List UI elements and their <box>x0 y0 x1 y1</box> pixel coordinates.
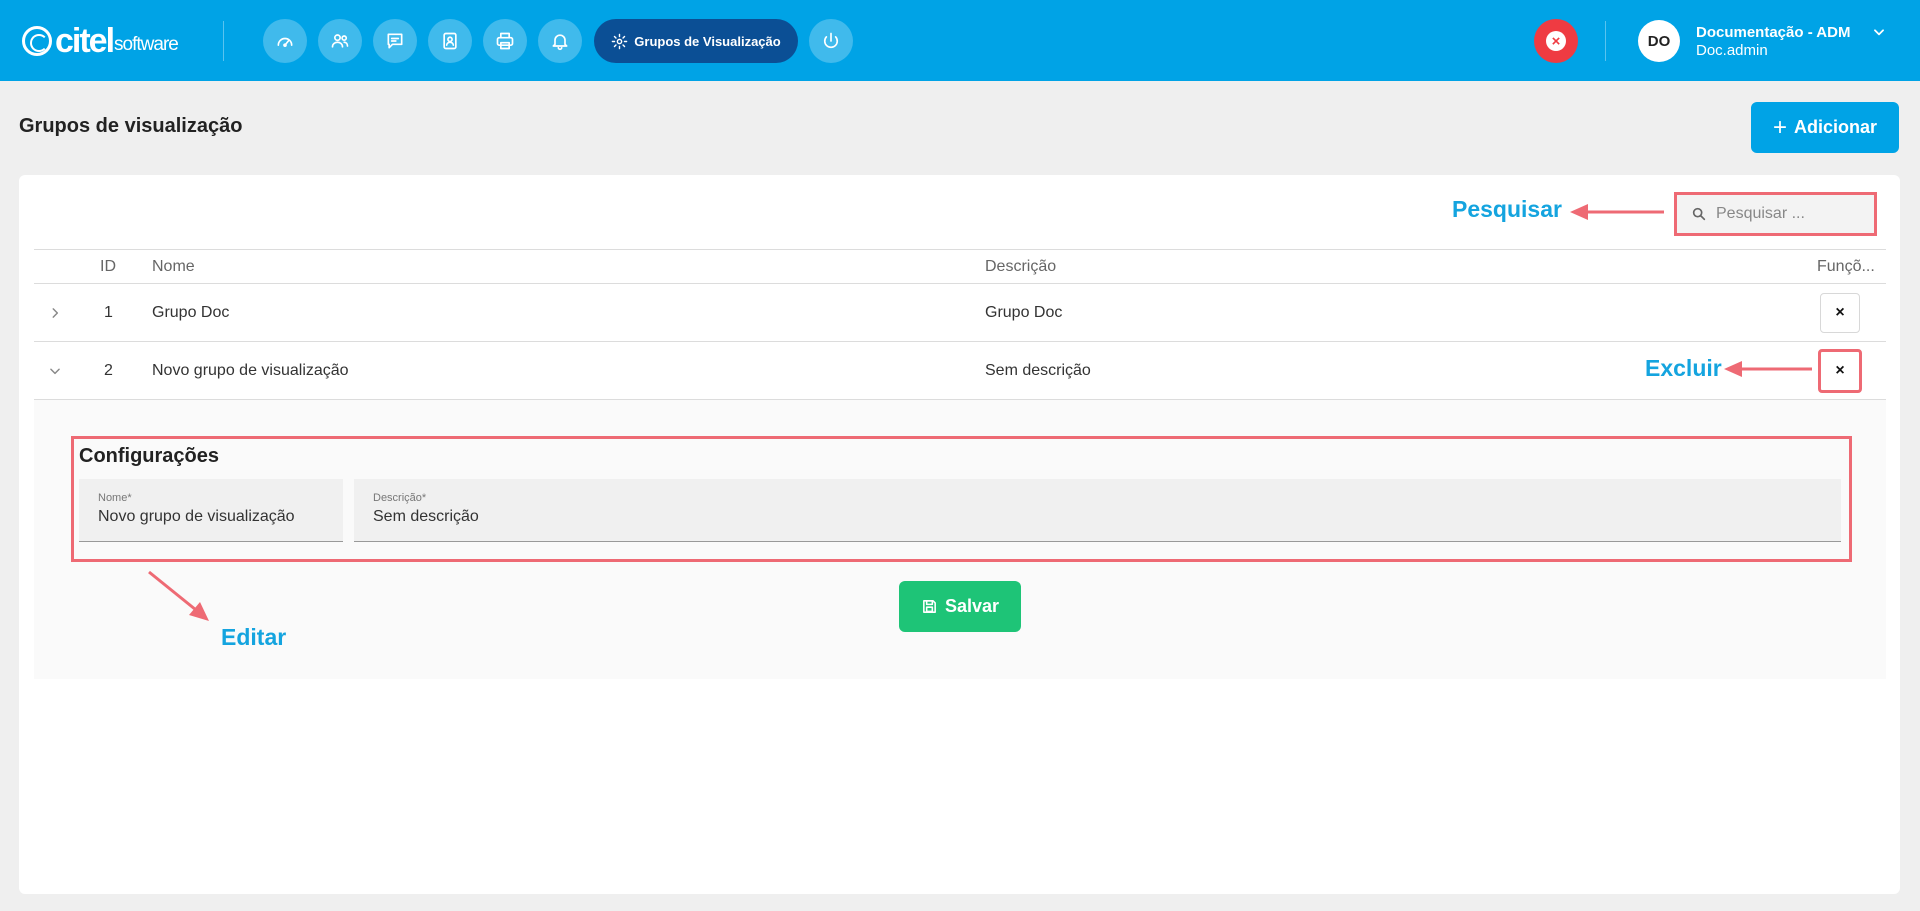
page-title: Grupos de visualização <box>19 115 243 137</box>
nav-chat-button[interactable] <box>373 19 417 63</box>
dashboard-icon <box>277 37 293 48</box>
save-button-label: Salvar <box>944 596 1000 616</box>
contacts-icon <box>443 32 457 50</box>
search-box[interactable] <box>1674 192 1877 236</box>
user-name: Documentação - ADM <box>1696 23 1851 41</box>
chevron-down-icon[interactable] <box>1872 25 1886 39</box>
close-button[interactable]: × <box>1534 19 1578 63</box>
save-button[interactable]: Salvar <box>899 581 1021 632</box>
user-login: Doc.admin <box>1696 41 1768 59</box>
annotation-delete-arrow <box>1724 361 1812 377</box>
printer-icon <box>496 32 514 50</box>
citel-logo[interactable]: citel software <box>22 22 179 60</box>
top-bar: citel software Grupos de Visualização × … <box>0 0 1920 81</box>
users-icon <box>331 34 349 48</box>
row-2-id: 2 <box>104 362 113 379</box>
description-field-label: Descrição* <box>373 492 427 504</box>
nav-contacts-button[interactable] <box>428 19 472 63</box>
column-header-functions: Funçõ... <box>1817 258 1875 275</box>
nav-printer-button[interactable] <box>483 19 527 63</box>
header-divider-right <box>1605 21 1606 61</box>
description-field[interactable]: Descrição* <box>354 479 1841 542</box>
power-icon <box>823 32 839 49</box>
row-2-delete-button[interactable]: × <box>1818 349 1862 393</box>
logo-text: citel <box>55 22 115 60</box>
table-header-border <box>34 283 1886 284</box>
chat-icon <box>387 33 403 49</box>
column-header-id[interactable]: ID <box>100 258 116 276</box>
user-menu[interactable]: DO Documentação - ADM Doc.admin <box>1638 20 1850 62</box>
annotation-edit-label: Editar <box>221 624 287 650</box>
expand-row-chevron-icon[interactable] <box>48 306 62 320</box>
row-1-id: 1 <box>104 304 113 321</box>
search-icon <box>1692 207 1706 221</box>
column-header-description[interactable]: Descrição <box>985 258 1056 276</box>
row-1-delete-button[interactable]: × <box>1820 293 1860 333</box>
row-2-description: Sem descrição <box>985 362 1091 379</box>
avatar: DO <box>1638 20 1680 62</box>
column-header-name[interactable]: Nome <box>152 258 195 276</box>
nav-notifications-button[interactable] <box>538 19 582 63</box>
nav-users-button[interactable] <box>318 19 362 63</box>
collapse-row-chevron-icon[interactable] <box>48 364 62 378</box>
annotation-delete-label: Excluir <box>1645 355 1722 381</box>
search-input[interactable] <box>1716 205 1856 223</box>
bell-icon <box>552 34 568 51</box>
name-field-label: Nome* <box>98 492 132 504</box>
row-1-name: Grupo Doc <box>152 304 230 321</box>
logo-mark-icon <box>22 26 52 56</box>
nav-visualization-groups-tab[interactable]: Grupos de Visualização <box>594 19 798 63</box>
row-divider <box>34 341 1886 342</box>
add-button[interactable]: + Adicionar <box>1751 102 1899 153</box>
save-icon <box>923 600 936 613</box>
logo-subtext: software <box>114 34 179 55</box>
add-button-label: Adicionar <box>1794 117 1878 137</box>
nav-visualization-groups-label: Grupos de Visualização <box>634 33 781 49</box>
nav-dashboard-button[interactable] <box>263 19 307 63</box>
row-1-description: Grupo Doc <box>985 304 1063 321</box>
logout-button[interactable] <box>809 19 853 63</box>
name-input[interactable] <box>98 508 336 526</box>
close-circle-icon: × <box>1546 31 1566 51</box>
annotation-search-label: Pesquisar <box>1452 196 1562 222</box>
gear-icon <box>611 33 628 49</box>
row-2-name: Novo grupo de visualização <box>152 362 349 379</box>
config-section-title: Configurações <box>79 445 220 467</box>
header-divider <box>223 21 224 61</box>
name-field[interactable]: Nome* <box>79 479 343 542</box>
annotation-search-arrow <box>1570 204 1664 220</box>
plus-icon: + <box>1772 113 1787 141</box>
table-top-border <box>34 249 1886 250</box>
description-input[interactable] <box>373 508 1712 526</box>
annotation-edit-arrow <box>148 570 209 621</box>
